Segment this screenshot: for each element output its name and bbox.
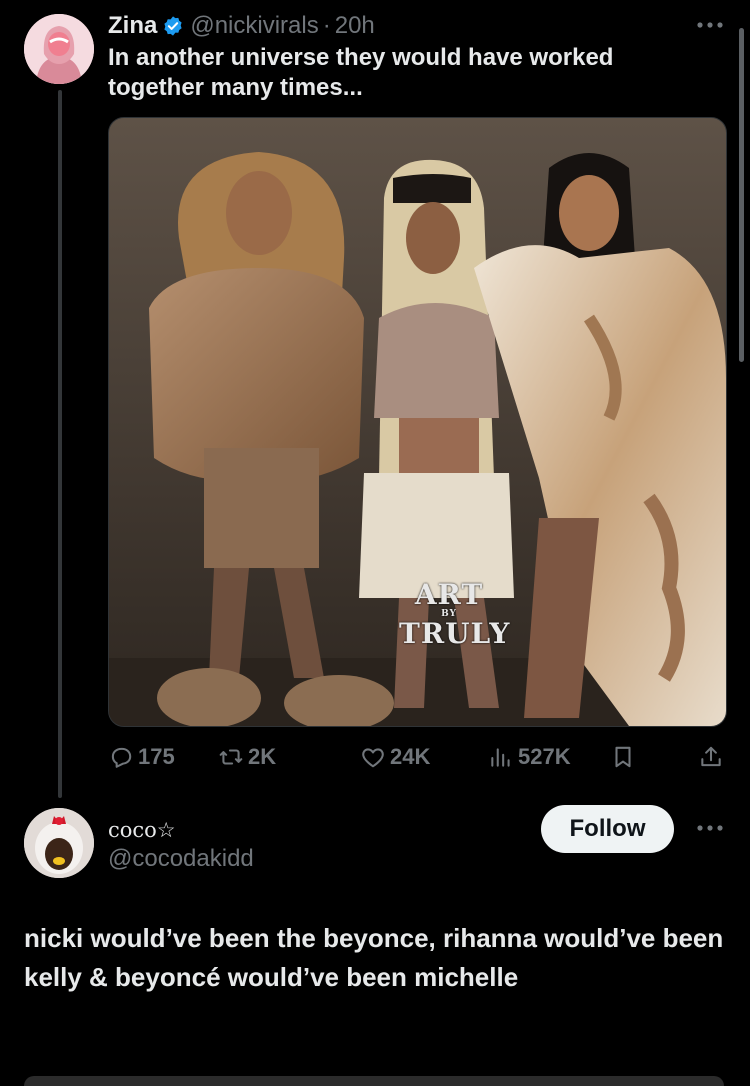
- verified-badge-icon: [164, 16, 182, 36]
- thread-connector-line: [58, 90, 62, 798]
- watermark-line-3: TRULY: [399, 617, 511, 650]
- reply-icon: [111, 747, 132, 768]
- tweet-media-image[interactable]: ART BY TRULY: [108, 117, 727, 727]
- reply-text: nicki would’ve been the beyonce, rihanna…: [24, 923, 724, 992]
- repost-count: 2K: [248, 744, 277, 769]
- scrollbar[interactable]: [739, 28, 744, 362]
- views-icon: [491, 748, 510, 767]
- more-dots-icon[interactable]: [695, 822, 725, 834]
- repost-icon: [219, 749, 243, 765]
- author-handle[interactable]: @nickivirals: [190, 11, 318, 41]
- reply-avatar[interactable]: [24, 808, 94, 878]
- media-watermark: ART BY TRULY: [399, 578, 511, 650]
- timestamp[interactable]: 20h: [335, 11, 375, 41]
- tweet-action-bar: 175 2K 24K 527K: [108, 740, 728, 774]
- author-name[interactable]: Zina: [108, 11, 157, 41]
- watermark-line-1: ART: [414, 578, 484, 611]
- reply-button[interactable]: 175: [108, 740, 175, 774]
- repost-button[interactable]: 2K: [218, 740, 276, 774]
- reply-author-handle[interactable]: @cocodakidd: [108, 845, 254, 873]
- follow-button[interactable]: Follow: [541, 805, 674, 853]
- avatar[interactable]: [24, 14, 94, 84]
- next-media-edge: [24, 1076, 724, 1086]
- share-button[interactable]: [698, 740, 728, 774]
- tweet-text: In another universe they would have work…: [108, 44, 614, 101]
- tweet-header: Zina @nickivirals · 20h: [108, 11, 375, 41]
- reply-author-name[interactable]: coco☆: [108, 818, 176, 842]
- more-dots-icon[interactable]: [695, 19, 725, 31]
- bookmark-icon: [615, 746, 631, 768]
- share-icon: [701, 746, 721, 767]
- like-count: 24K: [390, 744, 431, 769]
- bookmark-button[interactable]: [610, 740, 640, 774]
- like-button[interactable]: 24K: [360, 740, 430, 774]
- reply-count: 175: [138, 744, 175, 769]
- views-button[interactable]: 527K: [488, 740, 571, 774]
- heart-icon: [362, 748, 384, 768]
- views-count: 527K: [518, 744, 571, 769]
- separator-dot: ·: [322, 12, 331, 39]
